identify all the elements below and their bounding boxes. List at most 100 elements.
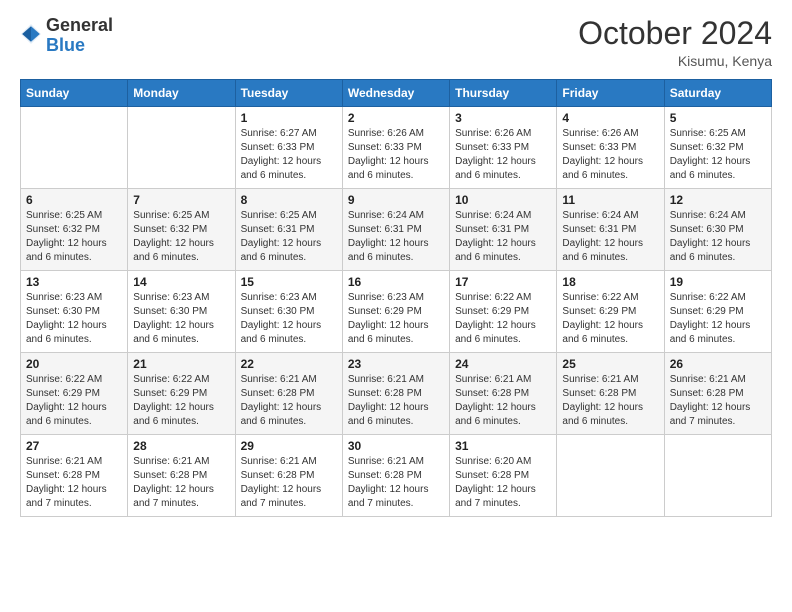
day-number: 2	[348, 111, 444, 125]
day-number: 26	[670, 357, 766, 371]
table-cell: 25 Sunrise: 6:21 AMSunset: 6:28 PMDayligh…	[557, 353, 664, 435]
day-number: 29	[241, 439, 337, 453]
day-number: 6	[26, 193, 122, 207]
table-cell: 30 Sunrise: 6:21 AMSunset: 6:28 PMDayligh…	[342, 435, 449, 517]
day-number: 25	[562, 357, 658, 371]
location-title: Kisumu, Kenya	[578, 53, 772, 69]
week-row-0: 1 Sunrise: 6:27 AMSunset: 6:33 PMDaylight…	[21, 107, 772, 189]
table-cell: 9Sunrise: 6:24 AMSunset: 6:31 PMDaylight…	[342, 189, 449, 271]
day-number: 1	[241, 111, 337, 125]
header: General Blue October 2024 Kisumu, Kenya	[20, 16, 772, 69]
day-number: 28	[133, 439, 229, 453]
day-info: Sunrise: 6:24 AMSunset: 6:31 PMDaylight:…	[562, 209, 658, 265]
day-info: Sunrise: 6:26 AMSunset: 6:33 PMDaylight:…	[455, 127, 551, 183]
day-info: Sunrise: 6:21 AMSunset: 6:28 PMDaylight:…	[348, 373, 444, 429]
day-info: Sunrise: 6:21 AMSunset: 6:28 PMDaylight:…	[26, 455, 122, 511]
day-info: Sunrise: 6:21 AMSunset: 6:28 PMDaylight:…	[670, 373, 766, 429]
day-info: Sunrise: 6:22 AMSunset: 6:29 PMDaylight:…	[562, 291, 658, 347]
day-number: 8	[241, 193, 337, 207]
day-info: Sunrise: 6:24 AMSunset: 6:31 PMDaylight:…	[455, 209, 551, 265]
day-info: Sunrise: 6:26 AMSunset: 6:33 PMDaylight:…	[348, 127, 444, 183]
week-row-2: 13 Sunrise: 6:23 AMSunset: 6:30 PMDayligh…	[21, 271, 772, 353]
day-info: Sunrise: 6:24 AMSunset: 6:31 PMDaylight:…	[348, 209, 444, 265]
table-cell: 19Sunrise: 6:22 AMSunset: 6:29 PMDayligh…	[664, 271, 771, 353]
logo-icon	[20, 23, 42, 45]
header-wednesday: Wednesday	[342, 80, 449, 107]
table-cell: 1 Sunrise: 6:27 AMSunset: 6:33 PMDaylight…	[235, 107, 342, 189]
day-number: 20	[26, 357, 122, 371]
day-info: Sunrise: 6:22 AMSunset: 6:29 PMDaylight:…	[133, 373, 229, 429]
day-info: Sunrise: 6:20 AMSunset: 6:28 PMDaylight:…	[455, 455, 551, 511]
table-cell: 26 Sunrise: 6:21 AMSunset: 6:28 PMDayligh…	[664, 353, 771, 435]
day-info: Sunrise: 6:23 AMSunset: 6:29 PMDaylight:…	[348, 291, 444, 347]
day-number: 27	[26, 439, 122, 453]
header-saturday: Saturday	[664, 80, 771, 107]
day-number: 24	[455, 357, 551, 371]
table-cell: 15 Sunrise: 6:23 AMSunset: 6:30 PMDayligh…	[235, 271, 342, 353]
table-cell: 23 Sunrise: 6:21 AMSunset: 6:28 PMDayligh…	[342, 353, 449, 435]
weekday-header-row: Sunday Monday Tuesday Wednesday Thursday…	[21, 80, 772, 107]
day-info: Sunrise: 6:21 AMSunset: 6:28 PMDaylight:…	[241, 455, 337, 511]
day-number: 16	[348, 275, 444, 289]
day-number: 11	[562, 193, 658, 207]
table-cell: 13 Sunrise: 6:23 AMSunset: 6:30 PMDayligh…	[21, 271, 128, 353]
page: General Blue October 2024 Kisumu, Kenya …	[0, 0, 792, 612]
day-info: Sunrise: 6:25 AMSunset: 6:32 PMDaylight:…	[133, 209, 229, 265]
day-number: 13	[26, 275, 122, 289]
header-sunday: Sunday	[21, 80, 128, 107]
day-number: 10	[455, 193, 551, 207]
table-cell	[21, 107, 128, 189]
table-cell: 28Sunrise: 6:21 AMSunset: 6:28 PMDayligh…	[128, 435, 235, 517]
table-cell: 7 Sunrise: 6:25 AMSunset: 6:32 PMDaylight…	[128, 189, 235, 271]
title-block: October 2024 Kisumu, Kenya	[578, 16, 772, 69]
calendar-table: Sunday Monday Tuesday Wednesday Thursday…	[20, 79, 772, 517]
table-cell: 3 Sunrise: 6:26 AMSunset: 6:33 PMDaylight…	[450, 107, 557, 189]
day-number: 15	[241, 275, 337, 289]
header-tuesday: Tuesday	[235, 80, 342, 107]
table-cell: 6Sunrise: 6:25 AMSunset: 6:32 PMDaylight…	[21, 189, 128, 271]
week-row-3: 20 Sunrise: 6:22 AMSunset: 6:29 PMDayligh…	[21, 353, 772, 435]
table-cell: 14Sunrise: 6:23 AMSunset: 6:30 PMDayligh…	[128, 271, 235, 353]
day-info: Sunrise: 6:24 AMSunset: 6:30 PMDaylight:…	[670, 209, 766, 265]
day-number: 5	[670, 111, 766, 125]
day-info: Sunrise: 6:21 AMSunset: 6:28 PMDaylight:…	[562, 373, 658, 429]
day-number: 21	[133, 357, 229, 371]
table-cell	[557, 435, 664, 517]
table-cell: 17 Sunrise: 6:22 AMSunset: 6:29 PMDayligh…	[450, 271, 557, 353]
day-number: 23	[348, 357, 444, 371]
day-info: Sunrise: 6:22 AMSunset: 6:29 PMDaylight:…	[455, 291, 551, 347]
table-cell	[664, 435, 771, 517]
table-cell: 20 Sunrise: 6:22 AMSunset: 6:29 PMDayligh…	[21, 353, 128, 435]
day-number: 12	[670, 193, 766, 207]
week-row-4: 27 Sunrise: 6:21 AMSunset: 6:28 PMDayligh…	[21, 435, 772, 517]
day-info: Sunrise: 6:21 AMSunset: 6:28 PMDaylight:…	[348, 455, 444, 511]
header-thursday: Thursday	[450, 80, 557, 107]
day-number: 14	[133, 275, 229, 289]
day-info: Sunrise: 6:27 AMSunset: 6:33 PMDaylight:…	[241, 127, 337, 183]
day-number: 31	[455, 439, 551, 453]
table-cell: 4Sunrise: 6:26 AMSunset: 6:33 PMDaylight…	[557, 107, 664, 189]
logo: General Blue	[20, 16, 113, 56]
day-number: 7	[133, 193, 229, 207]
header-monday: Monday	[128, 80, 235, 107]
day-info: Sunrise: 6:22 AMSunset: 6:29 PMDaylight:…	[670, 291, 766, 347]
day-info: Sunrise: 6:21 AMSunset: 6:28 PMDaylight:…	[455, 373, 551, 429]
table-cell: 31 Sunrise: 6:20 AMSunset: 6:28 PMDayligh…	[450, 435, 557, 517]
day-number: 3	[455, 111, 551, 125]
day-info: Sunrise: 6:23 AMSunset: 6:30 PMDaylight:…	[241, 291, 337, 347]
day-info: Sunrise: 6:23 AMSunset: 6:30 PMDaylight:…	[26, 291, 122, 347]
day-info: Sunrise: 6:26 AMSunset: 6:33 PMDaylight:…	[562, 127, 658, 183]
day-info: Sunrise: 6:25 AMSunset: 6:32 PMDaylight:…	[670, 127, 766, 183]
table-cell: 22Sunrise: 6:21 AMSunset: 6:28 PMDayligh…	[235, 353, 342, 435]
day-number: 30	[348, 439, 444, 453]
day-number: 18	[562, 275, 658, 289]
logo-text-block: General Blue	[46, 16, 113, 56]
table-cell: 16 Sunrise: 6:23 AMSunset: 6:29 PMDayligh…	[342, 271, 449, 353]
table-cell: 27 Sunrise: 6:21 AMSunset: 6:28 PMDayligh…	[21, 435, 128, 517]
table-cell: 18 Sunrise: 6:22 AMSunset: 6:29 PMDayligh…	[557, 271, 664, 353]
table-cell: 29 Sunrise: 6:21 AMSunset: 6:28 PMDayligh…	[235, 435, 342, 517]
day-number: 17	[455, 275, 551, 289]
day-number: 22	[241, 357, 337, 371]
table-cell: 24 Sunrise: 6:21 AMSunset: 6:28 PMDayligh…	[450, 353, 557, 435]
day-info: Sunrise: 6:22 AMSunset: 6:29 PMDaylight:…	[26, 373, 122, 429]
